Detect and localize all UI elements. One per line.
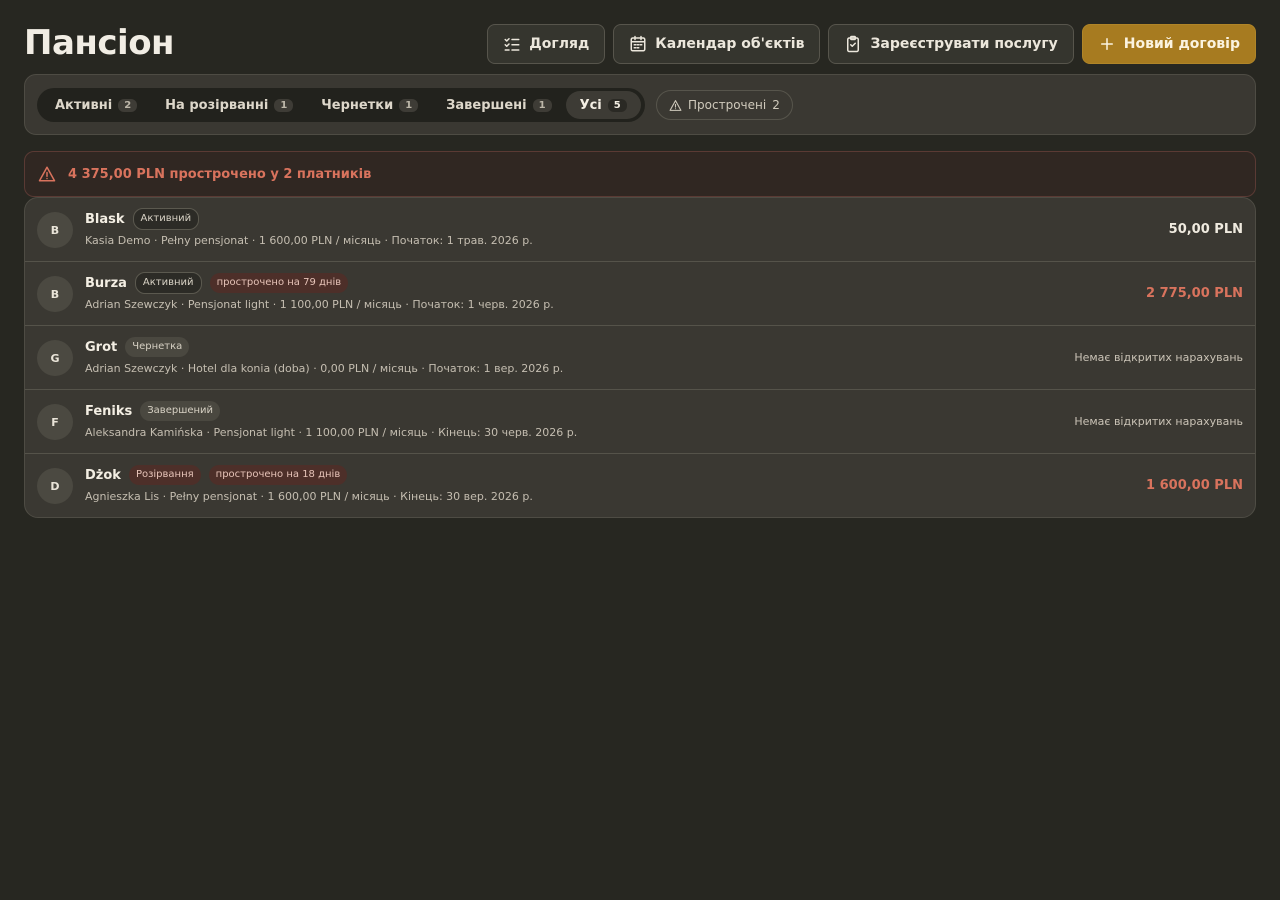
contract-row[interactable]: B Burza Активний прострочено на 79 днів … bbox=[25, 262, 1255, 326]
tab-label: На розірванні bbox=[165, 97, 269, 113]
clipboard-check-icon bbox=[847, 35, 860, 53]
status-badge: Активний bbox=[132, 208, 200, 230]
objects-calendar-button-label: Календар об'єктів bbox=[655, 36, 805, 52]
contract-amount: Немає відкритих нарахувань bbox=[1074, 415, 1243, 428]
tab-completed[interactable]: Завершені 1 bbox=[432, 91, 565, 119]
calendar-icon bbox=[630, 35, 646, 52]
contract-row[interactable]: D Dżok Розірвання прострочено на 18 днів… bbox=[25, 454, 1255, 517]
contract-details: Agnieszka Lis · Pełny pensjonat · 1 600,… bbox=[85, 490, 533, 503]
tab-count: 1 bbox=[532, 98, 552, 112]
tab-all[interactable]: Усі 5 bbox=[565, 91, 641, 119]
contract-row-header: Burza Активний прострочено на 79 днів bbox=[85, 272, 349, 294]
warning-triangle-icon bbox=[38, 166, 56, 182]
tab-active[interactable]: Активні 2 bbox=[41, 91, 151, 119]
contract-row[interactable]: F Feniks Завершений Aleksandra Kamińska … bbox=[25, 390, 1255, 454]
tab-drafts[interactable]: Чернетки 1 bbox=[307, 91, 432, 119]
overdue-filter-label: Прострочені bbox=[688, 98, 767, 112]
overdue-filter-chip[interactable]: Прострочені 2 bbox=[656, 90, 793, 120]
tab-terminating[interactable]: На розірванні 1 bbox=[151, 91, 307, 119]
avatar: B bbox=[37, 212, 73, 248]
page-header: Пансіон Догляд Календар об'єктів Зареєст… bbox=[24, 0, 1256, 74]
plus-icon bbox=[1100, 38, 1113, 50]
status-badge: Завершений bbox=[140, 401, 221, 421]
header-actions: Догляд Календар об'єктів Зареєструвати п… bbox=[487, 24, 1256, 64]
overdue-badge: прострочено на 18 днів bbox=[208, 465, 348, 485]
objects-calendar-button[interactable]: Календар об'єктів bbox=[613, 24, 821, 64]
status-badge: Розірвання bbox=[128, 465, 201, 485]
contract-row[interactable]: B Blask Активний Kasia Demo · Pełny pens… bbox=[25, 198, 1255, 262]
tab-count: 5 bbox=[607, 98, 627, 112]
horse-name: Blask bbox=[85, 211, 125, 227]
boarding-page: Пансіон Догляд Календар об'єктів Зареєст… bbox=[24, 0, 1256, 518]
contract-amount: Немає відкритих нарахувань bbox=[1074, 351, 1243, 364]
contract-list: B Blask Активний Kasia Demo · Pełny pens… bbox=[24, 197, 1256, 518]
tab-label: Чернетки bbox=[321, 97, 394, 113]
new-contract-button[interactable]: Новий договір bbox=[1081, 24, 1256, 64]
tab-count: 1 bbox=[399, 98, 419, 112]
contract-details: Aleksandra Kamińska · Pensjonat light · … bbox=[85, 426, 578, 439]
contract-row-header: Dżok Розірвання прострочено на 18 днів bbox=[85, 464, 348, 486]
contract-amount: 2 775,00 PLN bbox=[1146, 286, 1243, 301]
avatar: F bbox=[37, 404, 73, 440]
horse-name: Grot bbox=[85, 339, 118, 355]
page-title: Пансіон bbox=[24, 23, 175, 63]
contract-details: Adrian Szewczyk · Hotel dla konia (doba)… bbox=[85, 362, 564, 375]
tab-label: Завершені bbox=[446, 97, 527, 113]
overdue-alert-text: 4 375,00 PLN прострочено у 2 платників bbox=[68, 166, 372, 182]
care-button-label: Догляд bbox=[529, 36, 590, 52]
avatar: G bbox=[37, 340, 73, 376]
contract-row[interactable]: G Grot Чернетка Adrian Szewczyk · Hotel … bbox=[25, 326, 1255, 390]
horse-name: Dżok bbox=[85, 467, 121, 483]
contract-amount: 50,00 PLN bbox=[1168, 222, 1243, 237]
contract-row-header: Grot Чернетка bbox=[85, 336, 190, 358]
horse-name: Feniks bbox=[85, 403, 133, 419]
contract-details: Adrian Szewczyk · Pensjonat light · 1 10… bbox=[85, 298, 554, 311]
status-badge: Активний bbox=[134, 272, 202, 294]
status-tabs: Активні 2 На розірванні 1 Чернетки 1 Зав… bbox=[37, 88, 645, 122]
register-service-button-label: Зареєструвати послугу bbox=[870, 36, 1058, 52]
status-badge: Чернетка bbox=[125, 337, 190, 357]
avatar: D bbox=[37, 468, 73, 504]
horse-name: Burza bbox=[85, 275, 127, 291]
new-contract-button-label: Новий договір bbox=[1123, 36, 1240, 52]
tab-count: 1 bbox=[274, 98, 294, 112]
warning-triangle-icon bbox=[669, 99, 682, 111]
overdue-badge: прострочено на 79 днів bbox=[209, 273, 349, 293]
tab-label: Усі bbox=[579, 97, 602, 113]
contract-row-header: Feniks Завершений bbox=[85, 400, 221, 422]
tab-label: Активні bbox=[55, 97, 113, 113]
care-button[interactable]: Догляд bbox=[487, 24, 606, 64]
contract-row-header: Blask Активний bbox=[85, 208, 200, 230]
overdue-alert: 4 375,00 PLN прострочено у 2 платників bbox=[24, 151, 1256, 197]
register-service-button[interactable]: Зареєструвати послугу bbox=[828, 24, 1074, 64]
avatar: B bbox=[37, 276, 73, 312]
tab-count: 2 bbox=[118, 98, 138, 112]
contract-details: Kasia Demo · Pełny pensjonat · 1 600,00 … bbox=[85, 234, 533, 247]
contract-amount: 1 600,00 PLN bbox=[1146, 478, 1243, 493]
filter-panel: Активні 2 На розірванні 1 Чернетки 1 Зав… bbox=[24, 74, 1256, 135]
overdue-filter-count: 2 bbox=[772, 98, 780, 112]
care-checklist-icon bbox=[504, 38, 520, 51]
